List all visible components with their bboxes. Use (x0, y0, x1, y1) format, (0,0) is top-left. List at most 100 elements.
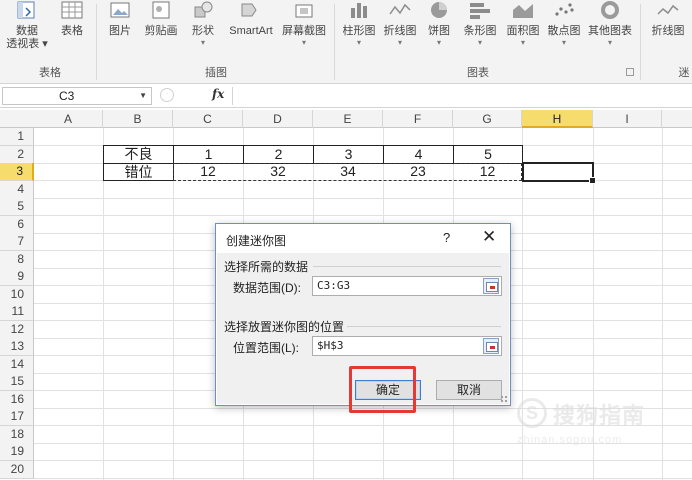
cell-b3[interactable]: 错位 (103, 163, 174, 181)
column-header-i[interactable]: I (593, 110, 662, 128)
range-selector-icon[interactable] (483, 278, 499, 294)
chevron-down-icon: ▾ (301, 38, 306, 47)
column-chart-icon (346, 0, 372, 20)
row-header-selected[interactable]: 3 (0, 163, 34, 181)
location-range-input[interactable]: $H$3 (312, 336, 502, 356)
pivot-table-button[interactable]: 数据 透视表 ▾ (4, 0, 50, 50)
column-header-h[interactable]: H (522, 110, 593, 128)
chevron-down-icon: ▾ (477, 38, 482, 47)
table-button[interactable]: 表格 (54, 0, 90, 38)
resize-grip-icon[interactable] (500, 395, 508, 403)
chevron-down-icon: ▾ (561, 38, 566, 47)
close-icon[interactable]: ✕ (482, 227, 496, 247)
row-header[interactable]: 6 (0, 216, 34, 234)
row-header[interactable]: 8 (0, 251, 34, 269)
smartart-label: SmartArt (229, 25, 273, 37)
column-header-f[interactable]: F (383, 110, 453, 128)
picture-icon (107, 0, 133, 20)
row-header[interactable]: 10 (0, 286, 34, 304)
row-header[interactable]: 13 (0, 338, 34, 356)
copy-marquee-range (173, 163, 522, 181)
column-header-b[interactable]: B (103, 110, 173, 128)
row-header[interactable]: 20 (0, 461, 34, 479)
chevron-down-icon: ▾ (356, 38, 361, 47)
cell-g2[interactable]: 5 (453, 145, 523, 164)
sogou-logo-icon: S (517, 398, 547, 428)
area-chart-button[interactable]: 面积图 ▾ (504, 0, 542, 48)
group-label-illustrations: 插图 (205, 67, 227, 79)
pie-chart-button[interactable]: 饼图 ▾ (424, 0, 454, 48)
other-charts-button[interactable]: 其他图表 ▾ (586, 0, 634, 48)
smartart-button[interactable]: SmartArt (224, 0, 278, 38)
row-header[interactable]: 1 (0, 128, 34, 146)
screenshot-button[interactable]: 屏幕截图 ▾ (280, 0, 328, 48)
clip-art-icon (148, 0, 174, 20)
column-header-c[interactable]: C (173, 110, 243, 128)
table-icon (59, 0, 85, 20)
line-chart-button[interactable]: 折线图 ▾ (380, 0, 420, 48)
chevron-down-icon: ▾ (200, 38, 205, 47)
dialog-title: 创建迷你图 (226, 234, 287, 248)
section-divider (313, 266, 501, 267)
cell-e2[interactable]: 3 (313, 145, 384, 164)
grid-line (34, 215, 692, 216)
ribbon-separator (96, 4, 97, 80)
column-header-e[interactable]: E (313, 110, 383, 128)
data-range-input[interactable]: C3:G3 (312, 276, 502, 296)
cell-b2[interactable]: 不良 (103, 145, 174, 164)
cell-d2[interactable]: 2 (243, 145, 314, 164)
pivot-table-icon (14, 0, 40, 20)
screenshot-label: 屏幕截图 (282, 25, 326, 37)
row-header[interactable]: 18 (0, 426, 34, 444)
cell-c2[interactable]: 1 (173, 145, 244, 164)
scatter-chart-button[interactable]: 散点图 ▾ (544, 0, 584, 48)
insert-function-button[interactable]: fx (212, 87, 224, 101)
area-chart-icon (510, 0, 536, 20)
clip-art-label: 剪贴画 (144, 25, 178, 37)
active-cell-h3[interactable] (522, 162, 596, 184)
picture-button[interactable]: 图片 (104, 0, 136, 38)
location-range-label: 位置范围(L): (233, 341, 300, 355)
row-header[interactable]: 15 (0, 373, 34, 391)
group-label-sparklines: 迷 (678, 67, 690, 79)
dialog-launcher-icon[interactable] (626, 68, 634, 76)
bar-chart-label: 条形图 (463, 25, 497, 37)
line-chart-label: 折线图 (383, 25, 417, 37)
other-charts-label: 其他图表 (588, 25, 632, 37)
row-header[interactable]: 16 (0, 391, 34, 409)
more-options-icon[interactable]: · (160, 88, 174, 102)
range-selector-icon[interactable] (483, 338, 499, 354)
sparkline-line-button[interactable]: 折线图 (644, 0, 692, 38)
row-header[interactable]: 12 (0, 321, 34, 339)
bar-chart-button[interactable]: 条形图 ▾ (458, 0, 502, 48)
chevron-down-icon: ▾ (397, 38, 402, 47)
name-box[interactable]: C3 ▼ (2, 87, 152, 105)
clip-art-button[interactable]: 剪贴画 (140, 0, 182, 38)
row-header[interactable]: 4 (0, 181, 34, 199)
cancel-button[interactable]: 取消 (436, 380, 502, 400)
row-header[interactable]: 2 (0, 146, 34, 164)
column-header-d[interactable]: D (243, 110, 313, 128)
formula-input[interactable] (232, 87, 690, 105)
shapes-button[interactable]: 形状 ▾ (186, 0, 220, 48)
row-header[interactable]: 5 (0, 198, 34, 216)
shapes-icon (190, 0, 216, 20)
location-range-value: $H$3 (317, 339, 344, 352)
data-range-value: C3:G3 (317, 279, 351, 292)
column-header-a[interactable]: A (34, 110, 103, 128)
row-header[interactable]: 7 (0, 233, 34, 251)
chevron-down-icon[interactable]: ▼ (139, 91, 147, 100)
row-header[interactable]: 11 (0, 303, 34, 321)
column-header-g[interactable]: G (453, 110, 522, 128)
chevron-down-icon: ▾ (520, 38, 525, 47)
pivot-table-label-2: 透视表 ▾ (6, 38, 48, 50)
row-header[interactable]: 17 (0, 408, 34, 426)
row-header[interactable]: 14 (0, 356, 34, 374)
row-header[interactable]: 19 (0, 443, 34, 461)
smartart-icon (238, 0, 264, 20)
bar-chart-icon (467, 0, 493, 20)
cell-f2[interactable]: 4 (383, 145, 454, 164)
column-chart-button[interactable]: 柱形图 ▾ (340, 0, 378, 48)
row-header[interactable]: 9 (0, 268, 34, 286)
help-icon[interactable]: ? (443, 230, 450, 245)
